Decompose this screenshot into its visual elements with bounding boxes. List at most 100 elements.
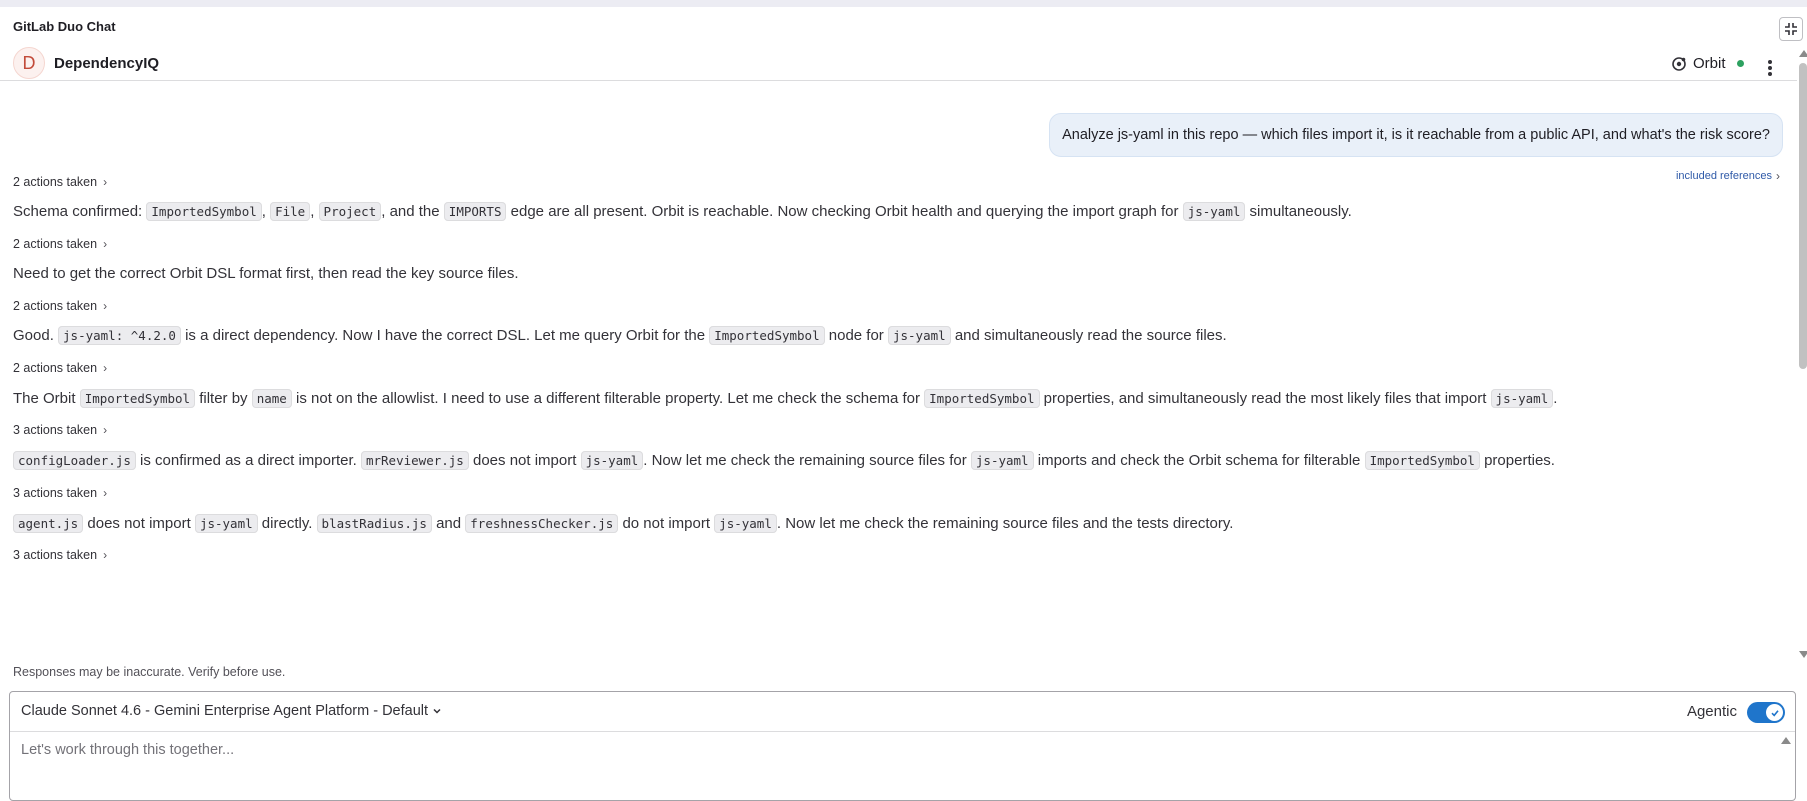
actions-taken-label: 2 actions taken xyxy=(13,361,98,375)
assistant-message: The Orbit ImportedSymbol filter by name … xyxy=(13,388,1557,410)
message-text: is not on the allowlist. I need to use a… xyxy=(291,390,925,407)
message-text: filter by xyxy=(195,390,252,407)
window-top-strip xyxy=(0,0,1807,7)
model-selector[interactable]: Claude Sonnet 4.6 - Gemini Enterprise Ag… xyxy=(21,703,442,719)
actions-taken-label: 3 actions taken xyxy=(13,423,98,437)
chevron-right-icon: › xyxy=(103,423,108,437)
message-text: imports and check the Orbit schema for f… xyxy=(1033,452,1365,469)
agent-name: DependencyIQ xyxy=(54,54,160,72)
message-text: does not import xyxy=(468,452,581,469)
inline-code: configLoader.js xyxy=(13,451,136,470)
agentic-toggle[interactable] xyxy=(1747,702,1785,723)
chevron-down-icon xyxy=(433,708,441,714)
disclaimer: Responses may be inaccurate. Verify befo… xyxy=(13,665,286,679)
actions-taken-label: 2 actions taken xyxy=(13,299,98,313)
inline-code: mrReviewer.js xyxy=(360,451,469,470)
chevron-right-icon: › xyxy=(103,237,108,251)
actions-taken-toggle[interactable]: 2 actions taken › xyxy=(13,299,107,313)
orbit-label: Orbit xyxy=(1693,55,1726,72)
message-text: do not import xyxy=(618,515,715,532)
check-icon xyxy=(1770,709,1779,717)
message-text: directly. xyxy=(257,515,317,532)
actions-taken-label: 2 actions taken xyxy=(13,237,98,251)
kebab-dot xyxy=(1768,66,1772,70)
chat-input[interactable] xyxy=(21,742,1761,758)
message-text: and xyxy=(431,515,466,532)
inline-code: ImportedSymbol xyxy=(924,389,1040,408)
agentic-label: Agentic xyxy=(1686,703,1737,720)
inline-code: ImportedSymbol xyxy=(146,202,262,221)
message-text: simultaneously. xyxy=(1245,203,1352,220)
actions-taken-toggle[interactable]: 2 actions taken › xyxy=(13,361,107,375)
inline-code: js-yaml xyxy=(714,514,777,533)
message-text: Schema confirmed: xyxy=(13,203,147,220)
inline-code: File xyxy=(270,202,311,221)
inline-code: ImportedSymbol xyxy=(709,326,825,345)
actions-taken-toggle[interactable]: 2 actions taken › xyxy=(13,175,107,189)
actions-taken-label: 3 actions taken xyxy=(13,486,98,500)
message-text: , xyxy=(261,203,271,220)
user-message-text: Analyze js-yaml in this repo — which fil… xyxy=(1062,127,1770,143)
message-text: is confirmed as a direct importer. xyxy=(135,452,361,469)
inline-code: js-yaml xyxy=(194,514,258,533)
message-text: The Orbit xyxy=(13,390,80,407)
assistant-message: Good. js-yaml: ^4.2.0 is a direct depend… xyxy=(13,325,1227,347)
composer-header: Claude Sonnet 4.6 - Gemini Enterprise Ag… xyxy=(10,692,1795,732)
inline-code: ImportedSymbol xyxy=(79,389,196,408)
chevron-right-icon: › xyxy=(103,361,108,375)
assistant-message: Need to get the correct Orbit DSL format… xyxy=(13,263,519,285)
message-text: . Now let me check the remaining source … xyxy=(776,515,1234,532)
orbit-status[interactable]: Orbit xyxy=(1671,55,1744,72)
actions-taken-toggle[interactable]: 3 actions taken › xyxy=(13,548,107,562)
inline-code: js-yaml xyxy=(580,451,644,470)
inline-code: js-yaml xyxy=(1490,389,1554,408)
message-text: properties. xyxy=(1479,452,1555,469)
inline-code: IMPORTS xyxy=(443,202,507,221)
message-text: and simultaneously read the source files… xyxy=(950,327,1227,344)
included-references-link[interactable]: included references › xyxy=(1676,169,1780,183)
actions-taken-toggle[interactable]: 3 actions taken › xyxy=(13,486,107,500)
inline-code: js-yaml xyxy=(1182,202,1246,221)
actions-taken-toggle[interactable]: 2 actions taken › xyxy=(13,237,107,251)
chevron-right-icon: › xyxy=(1776,169,1780,183)
chevron-right-icon: › xyxy=(103,548,108,562)
assistant-message: Schema confirmed: ImportedSymbol, File , … xyxy=(13,201,1352,223)
composer-scroll-up-arrow[interactable] xyxy=(1781,737,1791,744)
panel-title: GitLab Duo Chat xyxy=(13,19,116,34)
message-text: node for xyxy=(824,327,888,344)
assistant-message: agent.js does not import js-yaml directl… xyxy=(13,513,1233,535)
agent-avatar: D xyxy=(13,47,45,79)
more-options-button[interactable] xyxy=(1763,57,1777,79)
inline-code: freshnessChecker.js xyxy=(465,514,619,533)
agent-header: D DependencyIQ xyxy=(13,47,159,79)
inline-code: ImportedSymbol xyxy=(1364,451,1480,470)
collapse-button[interactable] xyxy=(1779,17,1803,41)
message-text: , xyxy=(310,203,319,220)
scroll-down-arrow[interactable] xyxy=(1799,651,1807,658)
user-message-bubble: Analyze js-yaml in this repo — which fil… xyxy=(1049,113,1783,157)
message-text: . Now let me check the remaining source … xyxy=(643,452,971,469)
inline-code: agent.js xyxy=(13,514,84,533)
message-text: . xyxy=(1553,390,1558,407)
chevron-right-icon: › xyxy=(103,486,108,500)
chevron-right-icon: › xyxy=(103,299,108,313)
actions-taken-toggle[interactable]: 3 actions taken › xyxy=(13,423,107,437)
message-text: , and the xyxy=(381,203,444,220)
inline-code: name xyxy=(251,389,292,408)
inline-code: js-yaml: ^4.2.0 xyxy=(58,326,181,345)
kebab-dot xyxy=(1768,72,1772,76)
model-label: Claude Sonnet 4.6 - Gemini Enterprise Ag… xyxy=(21,703,429,719)
chevron-right-icon: › xyxy=(103,175,108,189)
actions-taken-label: 2 actions taken xyxy=(13,175,98,189)
kebab-dot xyxy=(1768,60,1772,64)
scrollbar-thumb[interactable] xyxy=(1799,63,1807,369)
header-divider xyxy=(0,80,1797,81)
assistant-message: configLoader.js is confirmed as a direct… xyxy=(13,450,1555,472)
orbit-status-dot xyxy=(1736,60,1744,67)
message-text: is a direct dependency. Now I have the c… xyxy=(180,327,710,344)
collapse-icon xyxy=(1785,23,1797,35)
scroll-up-arrow[interactable] xyxy=(1799,50,1807,57)
message-text: properties, and simultaneously read the … xyxy=(1039,390,1491,407)
inline-code: Project xyxy=(318,202,382,221)
toggle-knob xyxy=(1766,704,1783,721)
